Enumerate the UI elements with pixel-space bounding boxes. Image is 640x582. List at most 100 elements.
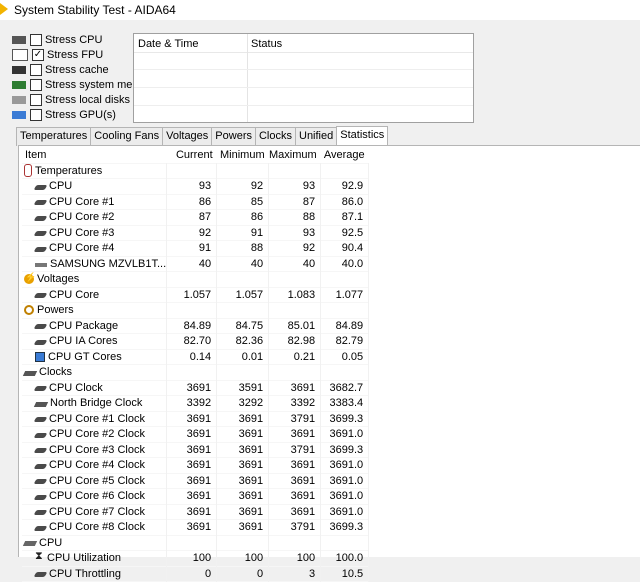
table-row[interactable]: CPU 93 92 93 92.9 <box>22 178 370 194</box>
minimum-value: 3292 <box>216 395 270 411</box>
average-value: 3691.0 <box>320 488 370 504</box>
chip-icon <box>33 463 48 469</box>
maximum-value: 3691 <box>268 457 322 473</box>
checkbox[interactable]: ✓ <box>32 48 44 61</box>
current-value: 3691 <box>166 488 218 504</box>
current-value <box>166 535 218 551</box>
tab-clocks[interactable]: Clocks <box>254 127 296 146</box>
maximum-value: 3392 <box>268 395 322 411</box>
maximum-value: 88 <box>268 209 322 225</box>
col-header-datetime[interactable]: Date & Time <box>134 34 247 52</box>
col-header-minimum[interactable]: Minimum <box>217 148 269 163</box>
table-row[interactable]: CPU GT Cores 0.14 0.01 0.21 0.05 <box>22 349 370 365</box>
tab-unified[interactable]: Unified <box>295 127 338 146</box>
average-value: 82.79 <box>320 333 370 349</box>
table-row[interactable]: CPU Core #5 Clock 3691 3691 3691 3691.0 <box>22 473 370 489</box>
maximum-value: 0.21 <box>268 349 322 365</box>
voltage-icon <box>24 272 36 285</box>
table-row[interactable]: CPU Core #3 92 91 93 92.5 <box>22 225 370 241</box>
average-value: 84.89 <box>320 318 370 334</box>
table-row[interactable]: CPU Core #2 87 86 88 87.1 <box>22 209 370 225</box>
average-value: 3691.0 <box>320 473 370 489</box>
table-row[interactable]: CPU Core 1.057 1.057 1.083 1.077 <box>22 287 370 303</box>
group-row[interactable]: CPU <box>22 535 370 551</box>
tab-temperatures[interactable]: Temperatures <box>16 127 92 146</box>
table-row[interactable]: CPU Core #1 Clock 3691 3691 3791 3699.3 <box>22 411 370 427</box>
log-gridline <box>134 87 473 88</box>
tab-statistics[interactable]: Statistics <box>336 126 389 146</box>
maximum-value <box>268 163 322 179</box>
table-row[interactable]: CPU Clock 3691 3591 3691 3682.7 <box>22 380 370 396</box>
table-row[interactable]: CPU Core #2 Clock 3691 3691 3691 3691.0 <box>22 426 370 442</box>
table-row[interactable]: CPU Core #4 Clock 3691 3691 3691 3691.0 <box>22 457 370 473</box>
maximum-value <box>268 271 322 287</box>
option-label: Stress FPU <box>47 48 104 61</box>
table-row[interactable]: North Bridge Clock 3392 3292 3392 3383.4 <box>22 395 370 411</box>
table-row[interactable]: CPU Package 84.89 84.75 85.01 84.89 <box>22 318 370 334</box>
cache-icon <box>12 65 26 74</box>
checkbox[interactable] <box>30 93 42 106</box>
item-label: SAMSUNG MZVLB1T... <box>50 257 167 270</box>
log-gridline <box>134 105 473 106</box>
status-log-list[interactable]: Date & Time Status <box>133 33 474 123</box>
table-row[interactable]: CPU Core #3 Clock 3691 3691 3791 3699.3 <box>22 442 370 458</box>
col-header-average[interactable]: Average <box>321 148 369 163</box>
checkbox[interactable] <box>30 78 42 91</box>
group-row[interactable]: Temperatures <box>22 163 370 179</box>
hourglass-icon <box>35 550 44 563</box>
log-header: Date & Time Status <box>134 34 473 53</box>
table-row[interactable]: CPU Core #6 Clock 3691 3691 3691 3691.0 <box>22 488 370 504</box>
item-label: CPU Core #2 Clock <box>49 428 145 441</box>
group-label: Powers <box>37 304 74 317</box>
aida64-app-icon <box>0 3 8 15</box>
col-header-status[interactable]: Status <box>247 34 286 52</box>
item-label: CPU Utilization <box>47 552 121 565</box>
tab-voltages[interactable]: Voltages <box>162 127 213 146</box>
current-value: 3691 <box>166 426 218 442</box>
average-value: 92.9 <box>320 178 370 194</box>
statistics-panel[interactable]: Item Current Minimum Maximum Average Tem… <box>18 145 640 582</box>
chip-icon <box>33 339 48 345</box>
maximum-value: 93 <box>268 178 322 194</box>
col-header-maximum[interactable]: Maximum <box>269 148 321 163</box>
tab-powers[interactable]: Powers <box>211 127 256 146</box>
item-label: CPU Throttling <box>49 567 121 580</box>
log-divider <box>247 34 248 122</box>
table-row[interactable]: SAMSUNG MZVLB1T... 40 40 40 40.0 <box>22 256 370 272</box>
average-value <box>320 302 370 318</box>
current-value: 0 <box>166 566 218 582</box>
group-row[interactable]: Powers <box>22 302 370 318</box>
maximum-value: 85.01 <box>268 318 322 334</box>
minimum-value: 0 <box>216 566 270 582</box>
minimum-value: 82.36 <box>216 333 270 349</box>
group-row[interactable]: Voltages <box>22 271 370 287</box>
minimum-value: 3691 <box>216 426 270 442</box>
minimum-value: 3691 <box>216 442 270 458</box>
group-row[interactable]: Clocks <box>22 364 370 380</box>
group-label: CPU <box>39 536 63 549</box>
table-row[interactable]: CPU Core #4 91 88 92 90.4 <box>22 240 370 256</box>
chip-icon <box>33 324 48 330</box>
minimum-value: 92 <box>216 178 270 194</box>
item-label: CPU Core #6 Clock <box>49 490 145 503</box>
chip-icon <box>33 448 48 454</box>
maximum-value: 3691 <box>268 380 322 396</box>
item-label: North Bridge Clock <box>50 397 143 410</box>
table-row[interactable]: CPU Core #7 Clock 3691 3691 3691 3691.0 <box>22 504 370 520</box>
current-value: 93 <box>166 178 218 194</box>
maximum-value: 3791 <box>268 519 322 535</box>
checkbox[interactable] <box>30 33 42 46</box>
checkbox[interactable] <box>30 108 42 121</box>
table-row[interactable]: CPU Utilization100100100100.0 <box>22 550 370 566</box>
tab-bar: Temperatures Cooling Fans Voltages Powers Cl… <box>16 126 389 146</box>
checkbox[interactable] <box>30 63 42 76</box>
tab-cooling-fans[interactable]: Cooling Fans <box>90 127 164 146</box>
table-row[interactable]: CPU Core #8 Clock 3691 3691 3791 3699.3 <box>22 519 370 535</box>
col-header-item[interactable]: Item <box>22 148 167 163</box>
minimum-value: 3691 <box>216 519 270 535</box>
col-header-current[interactable]: Current <box>167 148 217 163</box>
power-icon <box>24 305 34 316</box>
table-row[interactable]: CPU Throttling 0 0 3 10.5 <box>22 566 370 582</box>
table-row[interactable]: CPU Core #1 86 85 87 86.0 <box>22 194 370 210</box>
table-row[interactable]: CPU IA Cores 82.70 82.36 82.98 82.79 <box>22 333 370 349</box>
